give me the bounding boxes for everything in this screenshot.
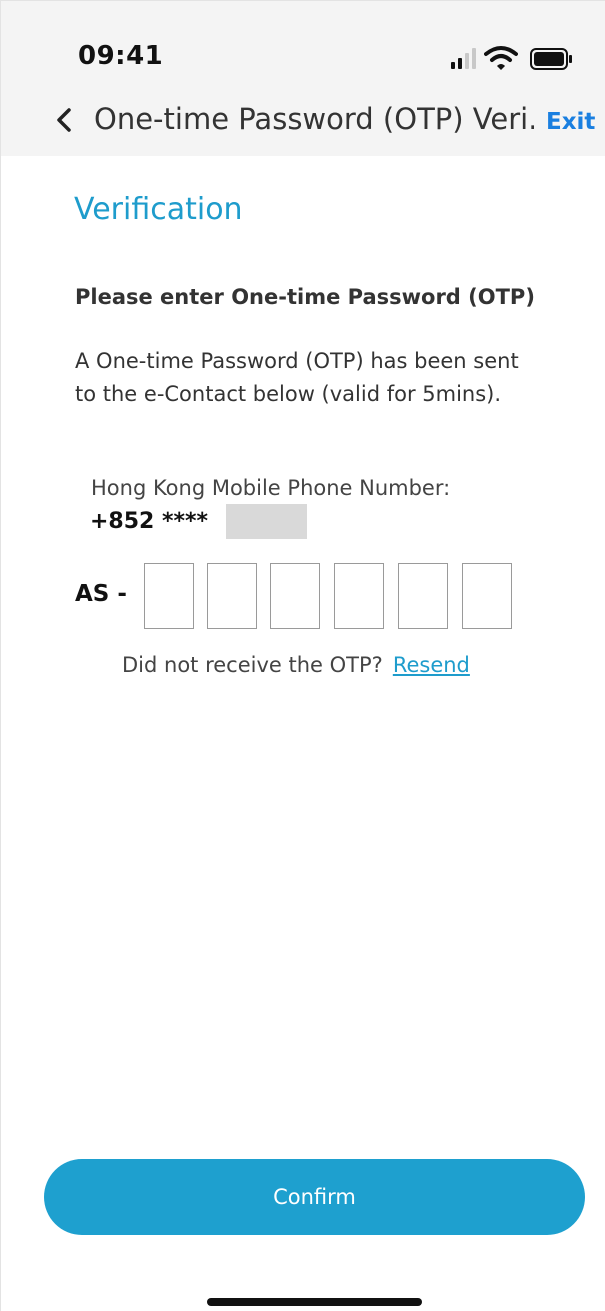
- status-time: 09:41: [78, 41, 164, 71]
- screen: 09:41 One-time Password (OTP) Veri... Ex…: [0, 0, 605, 1311]
- page-title: Verification: [74, 192, 243, 227]
- resend-link[interactable]: Resend: [393, 653, 470, 677]
- resend-row: Did not receive the OTP? Resend: [122, 653, 470, 677]
- header-area: 09:41 One-time Password (OTP) Veri... Ex…: [1, 1, 605, 156]
- otp-heading: Please enter One-time Password (OTP): [75, 285, 535, 309]
- chevron-left-icon[interactable]: [49, 103, 79, 137]
- otp-digit-input[interactable]: [207, 563, 257, 629]
- status-icons: [451, 45, 581, 73]
- phone-number: +852 ****: [90, 509, 209, 534]
- phone-label: Hong Kong Mobile Phone Number:: [91, 476, 451, 500]
- nav-title: One-time Password (OTP) Veri...: [94, 102, 534, 136]
- otp-description: A One-time Password (OTP) has been sent …: [75, 349, 519, 406]
- battery-icon: [530, 48, 574, 74]
- signal-icon: [451, 47, 477, 73]
- otp-digit-input[interactable]: [398, 563, 448, 629]
- home-indicator: [207, 1298, 422, 1306]
- resend-prompt: Did not receive the OTP?: [122, 653, 383, 677]
- confirm-button[interactable]: Confirm: [44, 1159, 585, 1235]
- wifi-icon: [484, 45, 518, 75]
- otp-prefix: AS -: [75, 581, 127, 607]
- otp-digit-input[interactable]: [334, 563, 384, 629]
- otp-digit-input[interactable]: [270, 563, 320, 629]
- phone-number-mask: [226, 504, 307, 539]
- otp-digit-input[interactable]: [144, 563, 194, 629]
- confirm-label: Confirm: [273, 1185, 356, 1209]
- otp-digit-input[interactable]: [462, 563, 512, 629]
- exit-button[interactable]: Exit: [546, 109, 595, 135]
